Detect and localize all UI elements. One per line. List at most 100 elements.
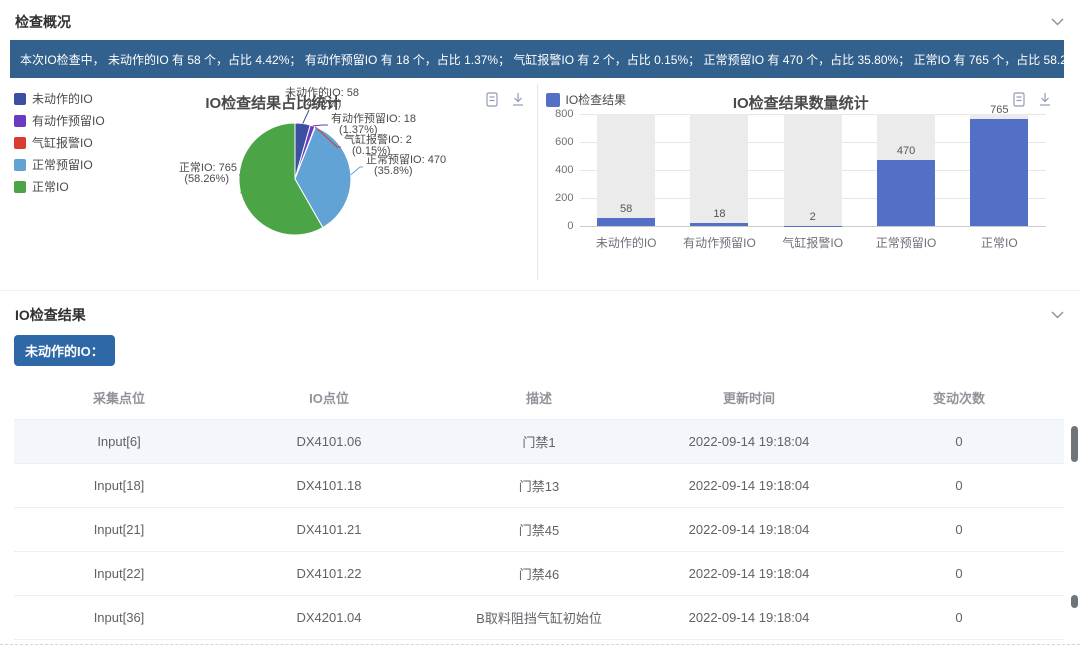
legend-swatch	[14, 115, 26, 127]
table-cell: Input[22]	[14, 552, 224, 596]
bar-legend-item[interactable]: IO检查结果	[546, 91, 627, 108]
pie-slice-label: (58.26%)	[184, 173, 229, 185]
results-table: 采集点位IO点位描述更新时间变动次数 Input[6]DX4101.06门禁12…	[14, 376, 1064, 640]
legend-swatch	[546, 93, 560, 107]
pie-slice-label: (35.8%)	[374, 165, 413, 177]
table-cell: 0	[854, 508, 1064, 552]
pie-legend: 未动作的IO 有动作预留IO 气缸报警IO 正常预留IO 正常IO	[14, 90, 105, 195]
table-cell: DX4201.04	[224, 596, 434, 640]
table-column-header: 描述	[434, 376, 644, 420]
table-cell: DX4101.21	[224, 508, 434, 552]
collapse-chevron-icon[interactable]	[1051, 18, 1064, 26]
pie-slice-label: 气缸报警IO: 2	[344, 132, 412, 146]
table-cell: 门禁45	[434, 508, 644, 552]
charts-row: IO检查结果占比统计 未动作的IO有动作预留IO气缸报警IO正常预留IO正常IO…	[10, 84, 1064, 280]
pie-label-line	[351, 167, 363, 175]
table-column-header: IO点位	[224, 376, 434, 420]
bar-series: 58 18 2 470 765	[580, 114, 1047, 226]
table-header-row: 采集点位IO点位描述更新时间变动次数	[14, 376, 1064, 420]
table-column-header: 采集点位	[14, 376, 224, 420]
table-column-header: 更新时间	[644, 376, 854, 420]
legend-item[interactable]: 气缸报警IO	[14, 134, 105, 151]
table-header: 采集点位IO点位描述更新时间变动次数	[14, 376, 1064, 420]
data-view-icon[interactable]	[1012, 92, 1026, 107]
filter-badge: 未动作的IO：	[14, 335, 115, 366]
results-section-header[interactable]: IO检查结果	[0, 291, 1080, 333]
bar-2[interactable]	[784, 226, 842, 227]
table-cell: 门禁1	[434, 420, 644, 464]
legend-label: 气缸报警IO	[32, 134, 93, 151]
y-axis-tick-label: 200	[542, 192, 574, 204]
y-axis-tick-label: 600	[542, 136, 574, 148]
bar-1[interactable]	[690, 223, 748, 226]
x-axis-label: 气缸报警IO	[766, 234, 859, 251]
legend-swatch	[14, 137, 26, 149]
summary-text: 本次IO检查中， 未动作的IO 有 58 个，占比 4.42%； 有动作预留IO…	[20, 51, 1064, 68]
table-cell: B取料阻挡气缸初始位	[434, 596, 644, 640]
bar-value-label: 470	[897, 145, 915, 157]
bar-band: 470	[859, 114, 952, 226]
legend-item[interactable]: 正常IO	[14, 178, 105, 195]
x-axis-label: 有动作预留IO	[673, 234, 766, 251]
bar-chart-panel: IO检查结果数量统计 IO检查结果 0200400600800581824707…	[537, 84, 1065, 280]
bar-background	[784, 114, 842, 226]
table-cell: 0	[854, 420, 1064, 464]
legend-label: 未动作的IO	[32, 90, 93, 107]
pie-label-line	[313, 125, 328, 126]
bar-band: 2	[766, 114, 859, 226]
legend-item[interactable]: 有动作预留IO	[14, 112, 105, 129]
table-cell: 0	[854, 596, 1064, 640]
legend-label: IO检查结果	[566, 91, 627, 108]
legend-item[interactable]: 正常预留IO	[14, 156, 105, 173]
bar-value-label: 18	[713, 208, 725, 220]
vertical-scrollbar-thumb[interactable]	[1071, 426, 1078, 462]
table-row[interactable]: Input[21]DX4101.21门禁452022-09-14 19:18:0…	[14, 508, 1064, 552]
bar-band: 58	[580, 114, 673, 226]
bar-band: 765	[953, 114, 1046, 226]
overview-section-header[interactable]: 检查概况	[0, 0, 1080, 40]
table-row[interactable]: Input[22]DX4101.22门禁462022-09-14 19:18:0…	[14, 552, 1064, 596]
legend-label: 正常预留IO	[32, 156, 93, 173]
table-row[interactable]: Input[36]DX4201.04B取料阻挡气缸初始位2022-09-14 1…	[14, 596, 1064, 640]
bar-value-label: 58	[620, 203, 632, 215]
table-cell: 2022-09-14 19:18:04	[644, 552, 854, 596]
table-cell: 2022-09-14 19:18:04	[644, 420, 854, 464]
bar-value-label: 2	[810, 211, 816, 223]
table-cell: DX4101.18	[224, 464, 434, 508]
table-cell: 0	[854, 552, 1064, 596]
table-cell: Input[18]	[14, 464, 224, 508]
bar-0[interactable]	[597, 218, 655, 226]
pie-chart-panel: IO检查结果占比统计 未动作的IO有动作预留IO气缸报警IO正常预留IO正常IO…	[10, 84, 537, 280]
data-view-icon[interactable]	[485, 92, 499, 107]
download-icon[interactable]	[511, 92, 525, 107]
table-row[interactable]: Input[18]DX4101.18门禁132022-09-14 19:18:0…	[14, 464, 1064, 508]
table-cell: DX4101.06	[224, 420, 434, 464]
table-row[interactable]: Input[6]DX4101.06门禁12022-09-14 19:18:040	[14, 420, 1064, 464]
pie-chart-toolbox	[485, 92, 525, 107]
table-cell: Input[6]	[14, 420, 224, 464]
table-cell: Input[21]	[14, 508, 224, 552]
vertical-scrollbar-thumb[interactable]	[1071, 595, 1078, 608]
legend-item[interactable]: 未动作的IO	[14, 90, 105, 107]
table-column-header: 变动次数	[854, 376, 1064, 420]
legend-label: 有动作预留IO	[32, 112, 105, 129]
bar-chart-plot-area: 020040060080058182470765	[580, 114, 1047, 227]
table-cell: Input[36]	[14, 596, 224, 640]
results-table-wrap: 采集点位IO点位描述更新时间变动次数 Input[6]DX4101.06门禁12…	[14, 376, 1064, 640]
table-cell: 2022-09-14 19:18:04	[644, 508, 854, 552]
legend-swatch	[14, 181, 26, 193]
y-axis-tick-label: 0	[542, 220, 574, 232]
download-icon[interactable]	[1038, 92, 1052, 107]
bar-3[interactable]	[877, 160, 935, 226]
legend-swatch	[14, 159, 26, 171]
collapse-chevron-icon[interactable]	[1051, 311, 1064, 319]
legend-label: 正常IO	[32, 178, 69, 195]
summary-banner: 本次IO检查中， 未动作的IO 有 58 个，占比 4.42%； 有动作预留IO…	[10, 40, 1064, 78]
io-inspection-dashboard: 检查概况 本次IO检查中， 未动作的IO 有 58 个，占比 4.42%； 有动…	[0, 0, 1080, 645]
table-cell: 2022-09-14 19:18:04	[644, 464, 854, 508]
x-axis-label: 正常IO	[953, 234, 1046, 251]
table-cell: 门禁13	[434, 464, 644, 508]
table-cell: 门禁46	[434, 552, 644, 596]
y-axis-tick-label: 400	[542, 164, 574, 176]
bar-4[interactable]	[970, 119, 1028, 226]
